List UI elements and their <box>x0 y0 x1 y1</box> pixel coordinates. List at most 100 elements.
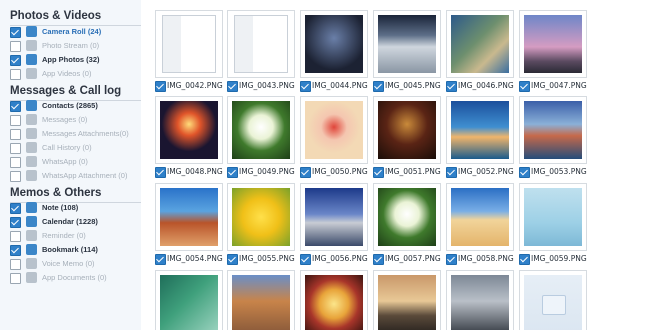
sidebar-item[interactable]: Photo Stream (0) <box>10 40 141 54</box>
photo-checkbox[interactable] <box>373 254 384 265</box>
photo-thumbnail[interactable] <box>373 183 441 251</box>
photo-thumbnail[interactable] <box>446 10 514 78</box>
photo-checkbox[interactable] <box>155 81 166 92</box>
photo-thumbnail[interactable] <box>519 183 587 251</box>
photo-filename: IMG_0055.PNG <box>239 254 295 263</box>
mountain-lake-image <box>524 101 582 159</box>
photo-checkbox[interactable] <box>446 254 457 265</box>
attachment-icon <box>26 128 37 139</box>
photo-thumbnail[interactable] <box>155 96 223 164</box>
photo-thumbnail[interactable] <box>300 96 368 164</box>
photo-thumbnail[interactable] <box>373 10 441 78</box>
sidebar-item-label: App Documents (0) <box>42 273 107 282</box>
category-checkbox[interactable] <box>10 143 21 154</box>
photo-thumbnail[interactable] <box>300 10 368 78</box>
photo-checkbox[interactable] <box>519 81 530 92</box>
photo-thumbnail[interactable] <box>373 96 441 164</box>
category-checkbox[interactable] <box>10 69 21 80</box>
photo-thumbnail[interactable] <box>519 270 587 330</box>
category-checkbox[interactable] <box>10 115 21 126</box>
photo-checkbox[interactable] <box>227 254 238 265</box>
sidebar-item[interactable]: Call History (0) <box>10 142 141 156</box>
sidebar-item-label: Call History (0) <box>42 143 92 152</box>
category-checkbox[interactable] <box>10 27 21 38</box>
photo-thumbnail[interactable] <box>227 183 295 251</box>
sidebar-item[interactable]: App Videos (0) <box>10 68 141 82</box>
photo-checkbox[interactable] <box>300 254 311 265</box>
sidebar-item[interactable]: App Documents (0) <box>10 272 141 286</box>
sidebar-item[interactable]: WhatsApp (0) <box>10 156 141 170</box>
video-icon <box>26 68 37 79</box>
photo-thumbnail[interactable] <box>155 183 223 251</box>
photo-checkbox[interactable] <box>373 81 384 92</box>
sidebar-item[interactable]: Messages Attachments(0) <box>10 128 141 142</box>
sidebar-item[interactable]: Note (108) <box>10 202 141 216</box>
photo-thumbnail[interactable] <box>227 96 295 164</box>
category-checkbox[interactable] <box>10 217 21 228</box>
photo-thumbnail[interactable] <box>519 10 587 78</box>
sidebar-item[interactable]: App Photos (32) <box>10 54 141 68</box>
category-checkbox[interactable] <box>10 245 21 256</box>
calendar-icon <box>26 216 37 227</box>
photo-filename: IMG_0044.PNG <box>312 81 368 90</box>
category-checkbox[interactable] <box>10 231 21 242</box>
photo-thumbnail[interactable] <box>373 270 441 330</box>
photo-thumbnail[interactable] <box>446 96 514 164</box>
photo-checkbox[interactable] <box>373 167 384 178</box>
category-checkbox[interactable] <box>10 41 21 52</box>
sidebar-item-label: App Photos (32) <box>42 55 100 64</box>
category-checkbox[interactable] <box>10 55 21 66</box>
category-checkbox[interactable] <box>10 101 21 112</box>
beach-sand-image <box>451 188 509 246</box>
ipad-homescreen-image <box>305 15 363 73</box>
category-checkbox[interactable] <box>10 129 21 140</box>
category-checkbox[interactable] <box>10 171 21 182</box>
photo-filename: IMG_0043.PNG <box>239 81 295 90</box>
photo-caption: IMG_0055.PNG <box>227 253 307 265</box>
photo-filename: IMG_0053.PNG <box>531 167 587 176</box>
sidebar-item[interactable]: Bookmark (114) <box>10 244 141 258</box>
photo-thumbnail[interactable] <box>227 270 295 330</box>
sidebar-item[interactable]: Calendar (1228) <box>10 216 141 230</box>
photo-checkbox[interactable] <box>519 167 530 178</box>
photo-checkbox[interactable] <box>519 254 530 265</box>
photo-checkbox[interactable] <box>446 81 457 92</box>
photo-thumbnail[interactable] <box>300 270 368 330</box>
sidebar-item[interactable]: Reminder (0) <box>10 230 141 244</box>
photo-checkbox[interactable] <box>300 81 311 92</box>
note-icon <box>26 202 37 213</box>
photo-checkbox[interactable] <box>227 167 238 178</box>
photo-checkbox[interactable] <box>155 167 166 178</box>
cloud-icon <box>26 40 37 51</box>
sidebar-item[interactable]: Camera Roll (24) <box>10 26 141 40</box>
microphone-icon <box>26 258 37 269</box>
photo-checkbox[interactable] <box>446 167 457 178</box>
photo-checkbox[interactable] <box>300 167 311 178</box>
message-icon <box>26 114 37 125</box>
category-checkbox[interactable] <box>10 203 21 214</box>
photo-thumbnail[interactable] <box>446 183 514 251</box>
stonehenge-image <box>524 15 582 73</box>
section-title: Messages & Call log <box>10 85 122 97</box>
category-checkbox[interactable] <box>10 157 21 168</box>
photo-filename: IMG_0048.PNG <box>167 167 223 176</box>
photo-filename: IMG_0049.PNG <box>239 167 295 176</box>
sidebar-item-label: Contacts (2865) <box>42 101 98 110</box>
photo-thumbnail[interactable] <box>519 96 587 164</box>
sidebar-item[interactable]: Messages (0) <box>10 114 141 128</box>
category-checkbox[interactable] <box>10 259 21 270</box>
sidebar-item[interactable]: WhatsApp Attachment (0) <box>10 170 141 184</box>
sidebar-item[interactable]: Voice Memo (0) <box>10 258 141 272</box>
photo-thumbnail[interactable] <box>300 183 368 251</box>
photo-thumbnail[interactable] <box>155 10 223 78</box>
category-checkbox[interactable] <box>10 273 21 284</box>
photo-checkbox[interactable] <box>227 81 238 92</box>
photo-thumbnail[interactable] <box>227 10 295 78</box>
bookmark-icon <box>26 244 37 255</box>
sidebar-item[interactable]: Contacts (2865) <box>10 100 141 114</box>
photo-checkbox[interactable] <box>155 254 166 265</box>
photo-thumbnail[interactable] <box>446 270 514 330</box>
pirate-poster-image <box>378 101 436 159</box>
photo-thumbnail[interactable] <box>155 270 223 330</box>
sidebar-item-label: Messages (0) <box>42 115 88 124</box>
